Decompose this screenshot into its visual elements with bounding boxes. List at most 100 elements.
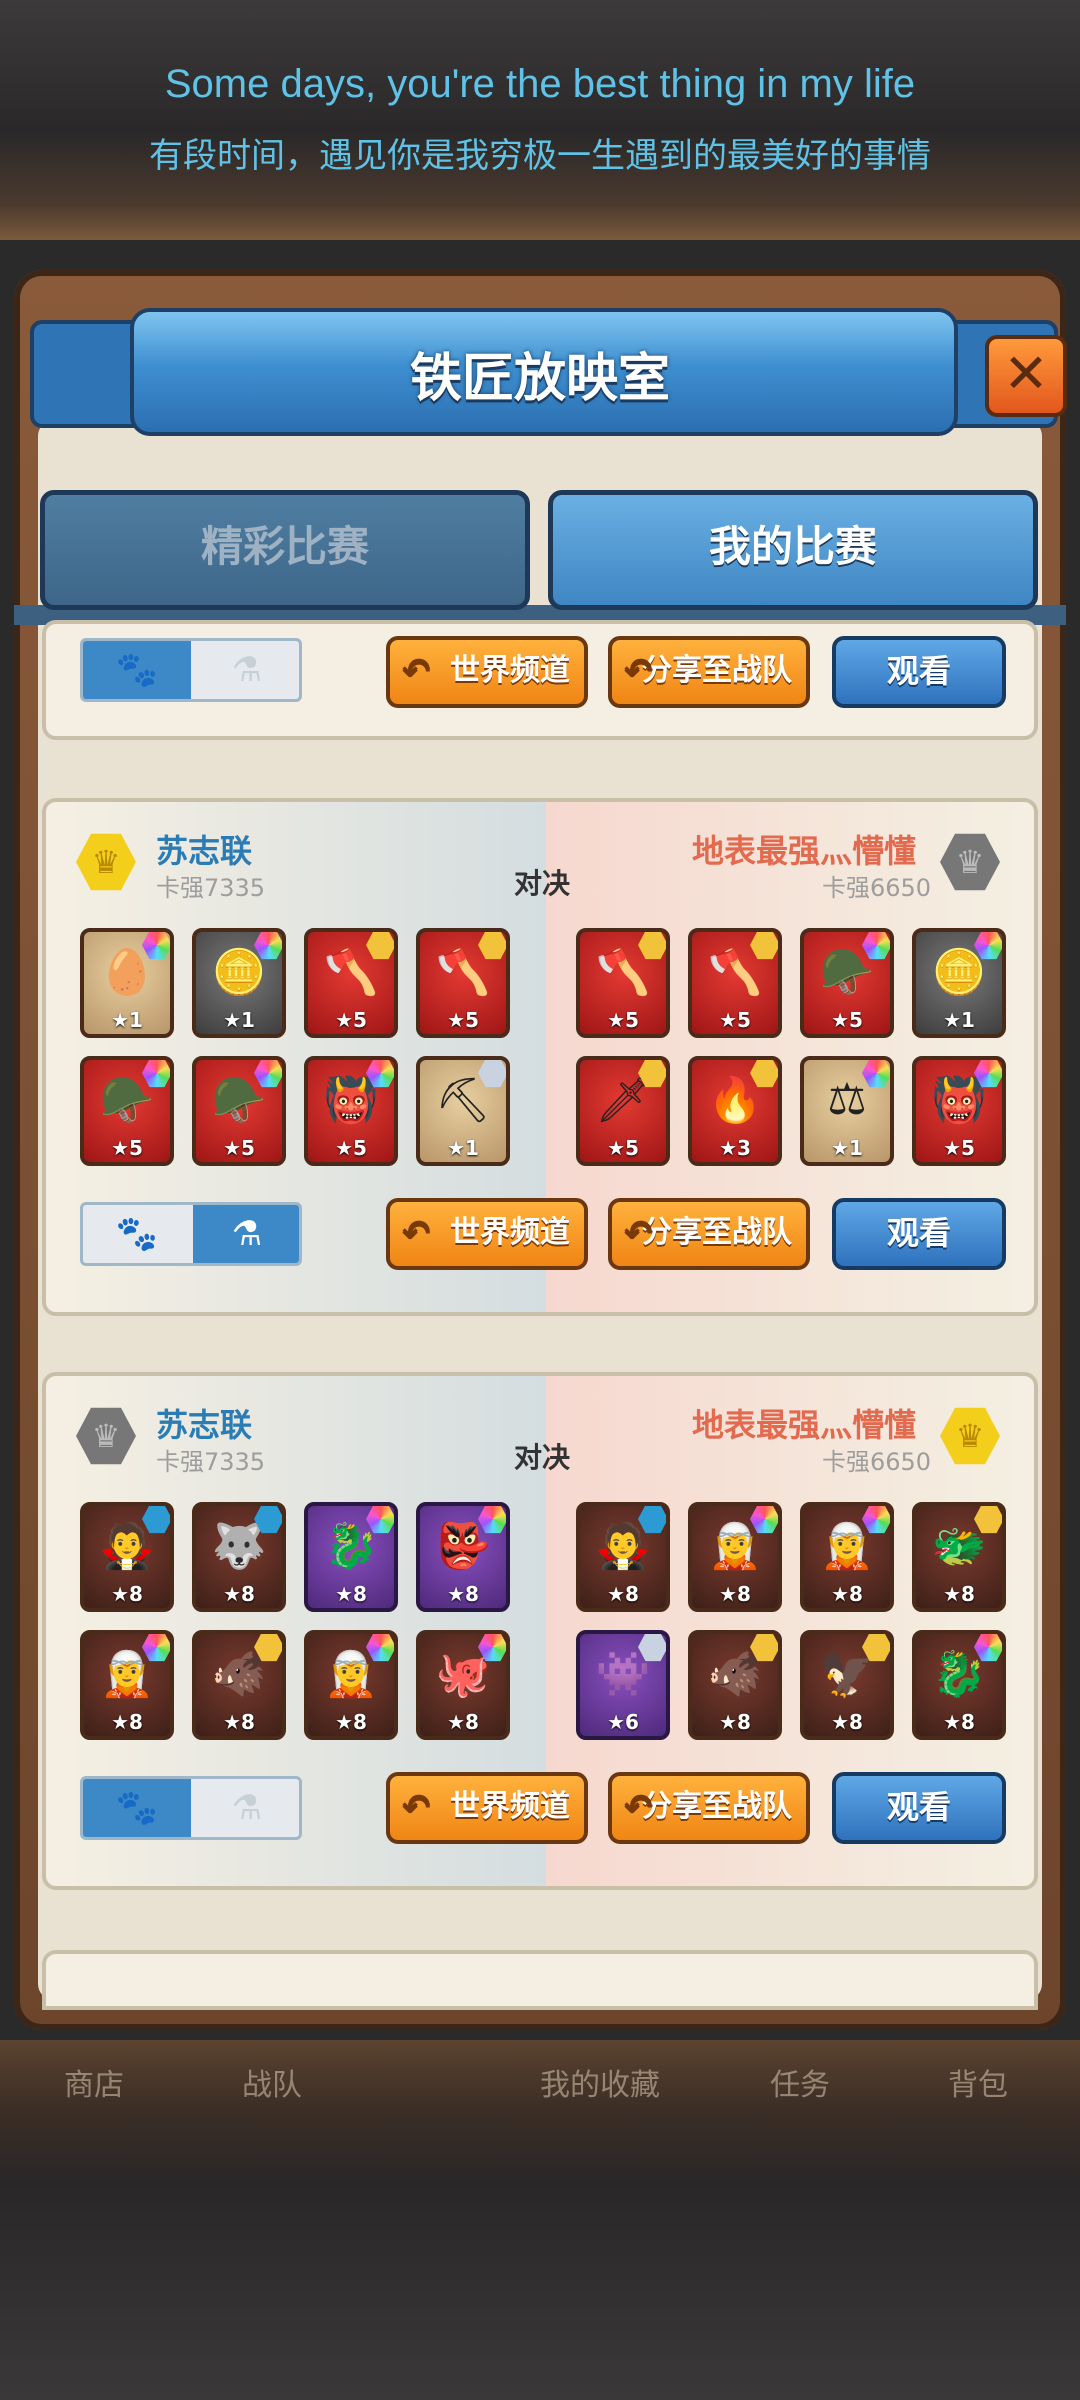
unit-card[interactable]: 👺 ★8 (416, 1502, 510, 1612)
unit-card[interactable]: 👹 ★5 (304, 1056, 398, 1166)
mode-toggle[interactable]: 🐾 ⚗ (80, 1776, 302, 1840)
unit-card[interactable]: 🪓 ★5 (688, 928, 782, 1038)
tab-featured-matches[interactable]: 精彩比赛 (40, 490, 530, 610)
unit-star-level: ★8 (223, 1710, 255, 1734)
unit-card[interactable]: 🐗 ★8 (688, 1630, 782, 1740)
lyric-english: Some days, you're the best thing in my l… (164, 62, 916, 106)
unit-star-level: ★8 (447, 1710, 479, 1734)
paw-icon[interactable]: 🐾 (83, 641, 191, 699)
nav-shop[interactable]: 商店 (64, 2060, 124, 2104)
nav-collection[interactable]: 我的收藏 (540, 2060, 660, 2104)
left-player-name: 苏志联 (156, 832, 253, 870)
unit-star-level: ★6 (607, 1710, 639, 1734)
unit-card[interactable]: 🧝 ★8 (80, 1630, 174, 1740)
title-banner: 铁匠放映室 (0, 300, 1080, 440)
close-button[interactable]: ✕ (985, 335, 1067, 417)
unit-star-level: ★8 (223, 1582, 255, 1606)
bottom-nav: 商店 战队 我的收藏 任务 背包 (0, 2060, 1080, 2120)
world-channel-label: 世界频道 (450, 1789, 570, 1824)
unit-card[interactable]: 👾 ★6 (576, 1630, 670, 1740)
unit-star-level: ★5 (607, 1136, 639, 1160)
nav-bag[interactable]: 背包 (948, 2060, 1008, 2104)
unit-star-level: ★5 (111, 1136, 143, 1160)
share-team-button[interactable]: ↶ 分享至战队 (608, 1198, 810, 1270)
unit-card[interactable]: 🧝 ★8 (304, 1630, 398, 1740)
unit-card[interactable]: 🧛 ★8 (576, 1502, 670, 1612)
unit-star-level: ★8 (831, 1582, 863, 1606)
tab-my-matches[interactable]: 我的比赛 (548, 490, 1038, 610)
unit-star-level: ★8 (719, 1710, 751, 1734)
match-card-cut-off (42, 1950, 1038, 2010)
share-arrow-icon: ↶ (402, 1787, 431, 1827)
unit-card[interactable]: ⛏ ★1 (416, 1056, 510, 1166)
match-card: ♛ 苏志联 卡强7335 对决 地表最强灬懵懂 卡强6650 ♛ 🐾 ⚗ ↶ 世… (42, 1372, 1038, 1890)
potion-icon[interactable]: ⚗ (193, 641, 299, 699)
unit-star-level: ★5 (607, 1008, 639, 1032)
right-player-rating: 卡强6650 (822, 1448, 932, 1476)
nav-team[interactable]: 战队 (242, 2060, 302, 2104)
unit-star-level: ★8 (943, 1710, 975, 1734)
unit-card[interactable]: 🪓 ★5 (576, 928, 670, 1038)
unit-card[interactable]: 🐲 ★8 (912, 1502, 1006, 1612)
unit-card[interactable]: ⚖ ★1 (800, 1056, 894, 1166)
vs-label: 对决 (514, 1441, 571, 1474)
unit-card[interactable]: 🪙 ★1 (912, 928, 1006, 1038)
right-player-rating: 卡强6650 (822, 874, 932, 902)
share-arrow-icon: ↶ (624, 1787, 653, 1827)
unit-card[interactable]: 🦅 ★8 (800, 1630, 894, 1740)
unit-card[interactable]: 🪙 ★1 (192, 928, 286, 1038)
unit-star-level: ★1 (223, 1008, 255, 1032)
unit-card[interactable]: 🧝 ★8 (800, 1502, 894, 1612)
unit-star-level: ★8 (447, 1582, 479, 1606)
potion-icon[interactable]: ⚗ (193, 1205, 299, 1263)
world-channel-button[interactable]: ↶ 世界频道 (386, 636, 588, 708)
vs-label: 对决 (514, 867, 571, 900)
unit-star-level: ★5 (447, 1008, 479, 1032)
unit-card[interactable]: 🧛 ★8 (80, 1502, 174, 1612)
match-card: ♛ 苏志联 卡强7335 对决 地表最强灬懵懂 卡强6650 ♛ 🐾 ⚗ ↶ 世… (42, 798, 1038, 1316)
share-team-button[interactable]: ↶ 分享至战队 (608, 1772, 810, 1844)
unit-card[interactable]: 🐉 ★8 (912, 1630, 1006, 1740)
paw-icon[interactable]: 🐾 (83, 1779, 191, 1837)
watch-button[interactable]: 观看 (832, 1772, 1006, 1844)
unit-card[interactable]: 🪖 ★5 (80, 1056, 174, 1166)
unit-card[interactable]: 🪓 ★5 (416, 928, 510, 1038)
watch-button[interactable]: 观看 (832, 636, 1006, 708)
left-player-rating: 卡强7335 (156, 874, 266, 902)
watch-button[interactable]: 观看 (832, 1198, 1006, 1270)
unit-star-level: ★8 (335, 1582, 367, 1606)
mode-toggle[interactable]: 🐾 ⚗ (80, 638, 302, 702)
nav-tasks[interactable]: 任务 (770, 2060, 830, 2104)
left-player-rating: 卡强7335 (156, 1448, 266, 1476)
paw-icon[interactable]: 🐾 (83, 1205, 191, 1263)
unit-card[interactable]: 🐙 ★8 (416, 1630, 510, 1740)
unit-card[interactable]: 🐗 ★8 (192, 1630, 286, 1740)
right-player-name: 地表最强灬懵懂 (692, 1406, 917, 1444)
unit-card[interactable]: 🪖 ★5 (800, 928, 894, 1038)
potion-icon[interactable]: ⚗ (193, 1779, 299, 1837)
unit-star-level: ★1 (831, 1136, 863, 1160)
share-arrow-icon: ↶ (624, 1213, 653, 1253)
unit-card[interactable]: 🗡 ★5 (576, 1056, 670, 1166)
unit-star-level: ★5 (223, 1136, 255, 1160)
unit-card[interactable]: 🐺 ★8 (192, 1502, 286, 1612)
unit-star-level: ★5 (943, 1136, 975, 1160)
unit-card[interactable]: 🪖 ★5 (192, 1056, 286, 1166)
unit-star-level: ★1 (943, 1008, 975, 1032)
unit-star-level: ★8 (335, 1710, 367, 1734)
unit-star-level: ★8 (943, 1582, 975, 1606)
unit-star-level: ★5 (719, 1008, 751, 1032)
share-arrow-icon: ↶ (402, 1213, 431, 1253)
share-team-button[interactable]: ↶ 分享至战队 (608, 636, 810, 708)
unit-card[interactable]: 🔥 ★3 (688, 1056, 782, 1166)
share-team-label: 分享至战队 (642, 1789, 792, 1824)
unit-card[interactable]: 🥚 ★1 (80, 928, 174, 1038)
world-channel-button[interactable]: ↶ 世界频道 (386, 1198, 588, 1270)
match-card-partial: 🐾 ⚗ ↶ 世界频道 ↶ 分享至战队 观看 (42, 620, 1038, 740)
unit-card[interactable]: 🪓 ★5 (304, 928, 398, 1038)
unit-card[interactable]: 🧝 ★8 (688, 1502, 782, 1612)
world-channel-button[interactable]: ↶ 世界频道 (386, 1772, 588, 1844)
unit-card[interactable]: 👹 ★5 (912, 1056, 1006, 1166)
mode-toggle[interactable]: 🐾 ⚗ (80, 1202, 302, 1266)
unit-card[interactable]: 🐉 ★8 (304, 1502, 398, 1612)
